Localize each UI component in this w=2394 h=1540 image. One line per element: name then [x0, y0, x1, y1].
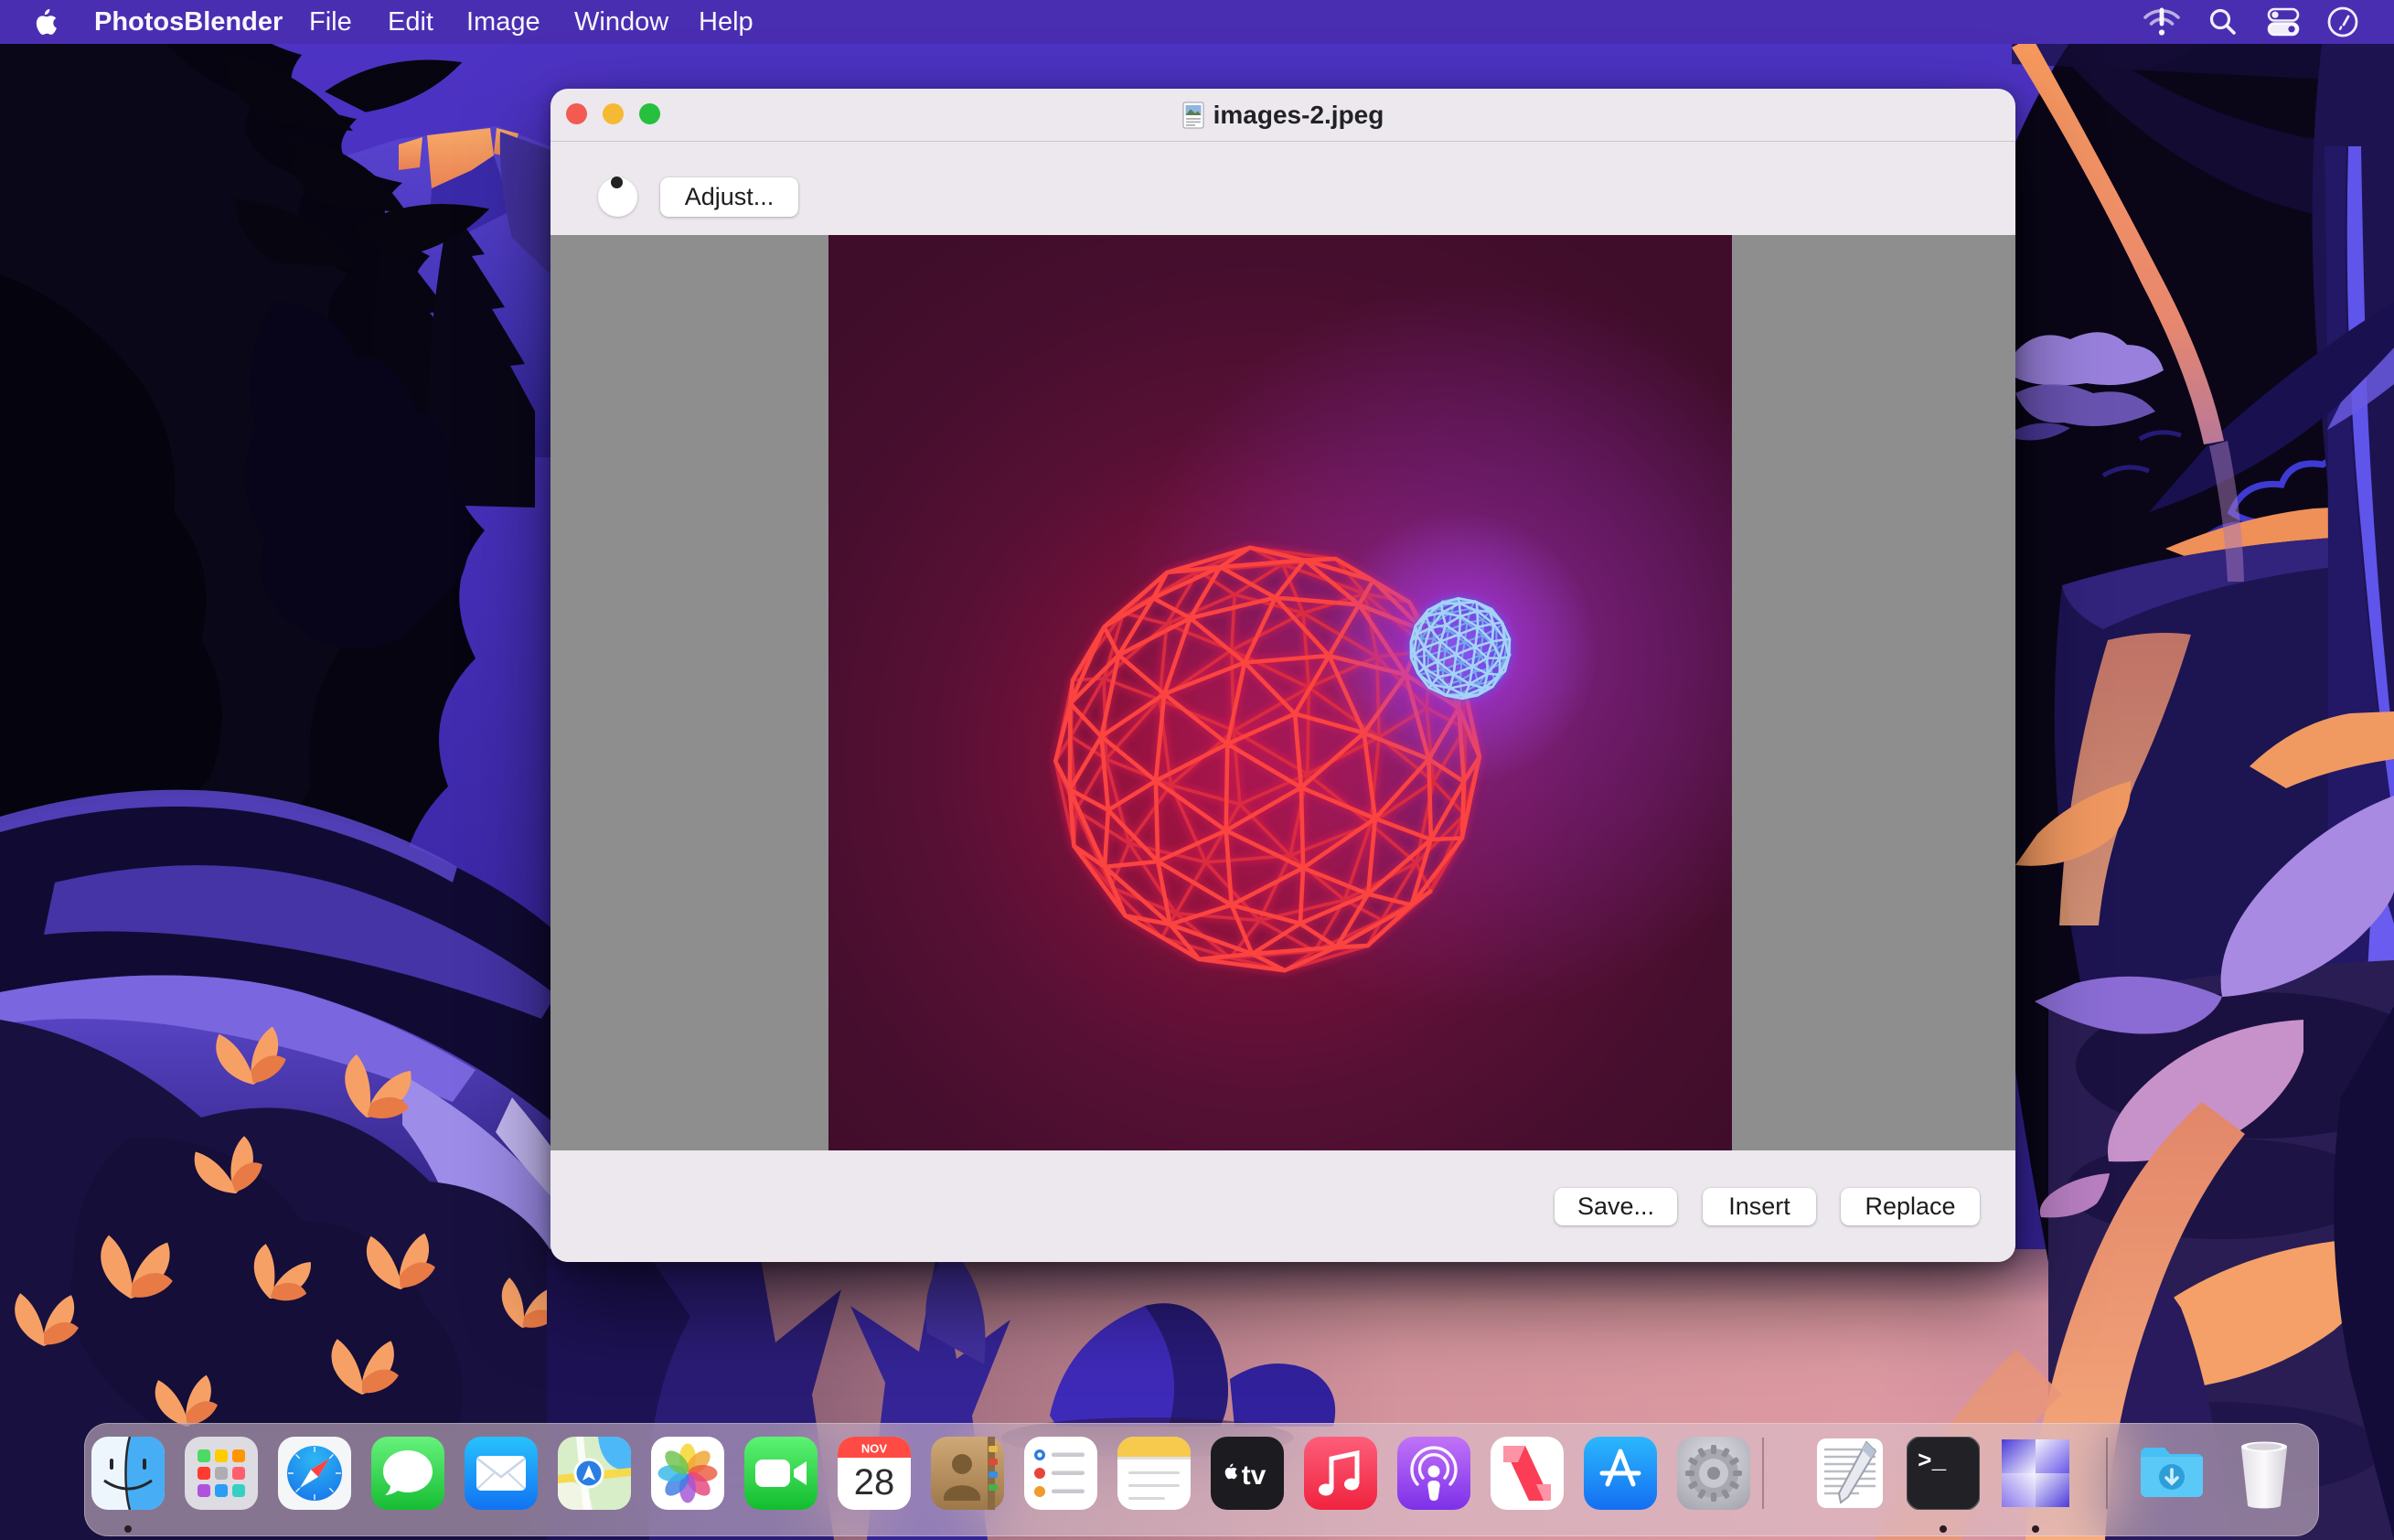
svg-text:NOV: NOV [861, 1442, 888, 1456]
svg-text:>_: >_ [1918, 1448, 1947, 1475]
svg-text:28: 28 [854, 1462, 895, 1503]
svg-text:tv: tv [1242, 1460, 1266, 1491]
